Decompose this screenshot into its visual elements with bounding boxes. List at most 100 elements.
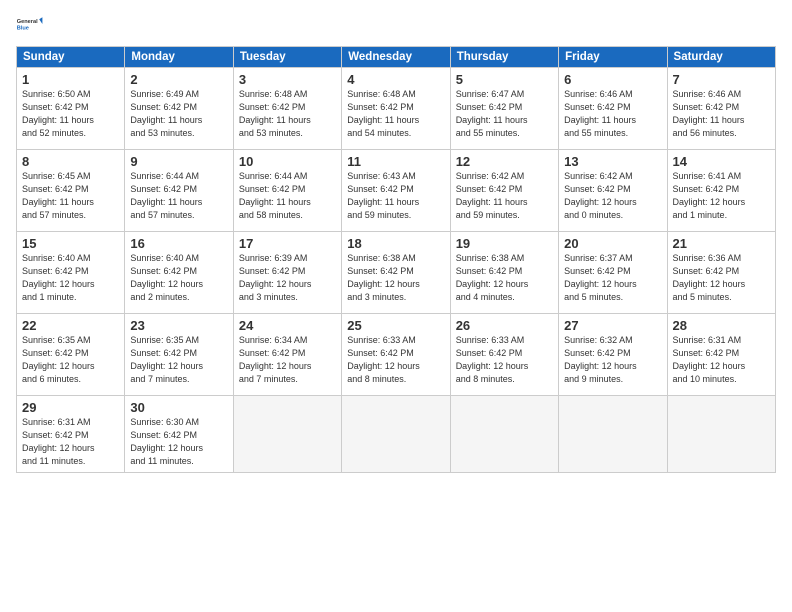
day-info: Sunrise: 6:42 AM Sunset: 6:42 PM Dayligh…: [564, 170, 661, 222]
day-cell: 18Sunrise: 6:38 AM Sunset: 6:42 PM Dayli…: [342, 232, 450, 314]
logo-icon: GeneralBlue: [16, 10, 44, 38]
day-cell: 24Sunrise: 6:34 AM Sunset: 6:42 PM Dayli…: [233, 314, 341, 396]
day-number: 15: [22, 236, 119, 251]
day-number: 10: [239, 154, 336, 169]
day-info: Sunrise: 6:40 AM Sunset: 6:42 PM Dayligh…: [130, 252, 227, 304]
day-info: Sunrise: 6:46 AM Sunset: 6:42 PM Dayligh…: [673, 88, 770, 140]
day-info: Sunrise: 6:45 AM Sunset: 6:42 PM Dayligh…: [22, 170, 119, 222]
day-info: Sunrise: 6:35 AM Sunset: 6:42 PM Dayligh…: [130, 334, 227, 386]
weekday-header-wednesday: Wednesday: [342, 47, 450, 68]
page: GeneralBlue SundayMondayTuesdayWednesday…: [0, 0, 792, 612]
day-number: 6: [564, 72, 661, 87]
day-cell: 7Sunrise: 6:46 AM Sunset: 6:42 PM Daylig…: [667, 68, 775, 150]
weekday-header-sunday: Sunday: [17, 47, 125, 68]
day-info: Sunrise: 6:48 AM Sunset: 6:42 PM Dayligh…: [239, 88, 336, 140]
svg-text:Blue: Blue: [17, 26, 29, 32]
day-number: 16: [130, 236, 227, 251]
calendar: SundayMondayTuesdayWednesdayThursdayFrid…: [16, 46, 776, 473]
day-number: 28: [673, 318, 770, 333]
day-info: Sunrise: 6:41 AM Sunset: 6:42 PM Dayligh…: [673, 170, 770, 222]
day-info: Sunrise: 6:43 AM Sunset: 6:42 PM Dayligh…: [347, 170, 444, 222]
day-cell: 30Sunrise: 6:30 AM Sunset: 6:42 PM Dayli…: [125, 396, 233, 473]
day-number: 7: [673, 72, 770, 87]
day-info: Sunrise: 6:30 AM Sunset: 6:42 PM Dayligh…: [130, 416, 227, 468]
day-cell: 19Sunrise: 6:38 AM Sunset: 6:42 PM Dayli…: [450, 232, 558, 314]
day-cell: 26Sunrise: 6:33 AM Sunset: 6:42 PM Dayli…: [450, 314, 558, 396]
day-number: 20: [564, 236, 661, 251]
day-number: 26: [456, 318, 553, 333]
svg-text:General: General: [17, 19, 38, 25]
day-cell: [450, 396, 558, 473]
day-cell: [559, 396, 667, 473]
day-cell: 28Sunrise: 6:31 AM Sunset: 6:42 PM Dayli…: [667, 314, 775, 396]
day-number: 22: [22, 318, 119, 333]
day-info: Sunrise: 6:31 AM Sunset: 6:42 PM Dayligh…: [22, 416, 119, 468]
weekday-header-friday: Friday: [559, 47, 667, 68]
day-number: 21: [673, 236, 770, 251]
day-cell: 17Sunrise: 6:39 AM Sunset: 6:42 PM Dayli…: [233, 232, 341, 314]
day-number: 13: [564, 154, 661, 169]
weekday-header-monday: Monday: [125, 47, 233, 68]
day-info: Sunrise: 6:32 AM Sunset: 6:42 PM Dayligh…: [564, 334, 661, 386]
day-info: Sunrise: 6:35 AM Sunset: 6:42 PM Dayligh…: [22, 334, 119, 386]
day-cell: 16Sunrise: 6:40 AM Sunset: 6:42 PM Dayli…: [125, 232, 233, 314]
logo: GeneralBlue: [16, 10, 44, 38]
day-cell: 1Sunrise: 6:50 AM Sunset: 6:42 PM Daylig…: [17, 68, 125, 150]
week-row-1: 1Sunrise: 6:50 AM Sunset: 6:42 PM Daylig…: [17, 68, 776, 150]
day-info: Sunrise: 6:37 AM Sunset: 6:42 PM Dayligh…: [564, 252, 661, 304]
day-number: 30: [130, 400, 227, 415]
day-number: 27: [564, 318, 661, 333]
day-info: Sunrise: 6:38 AM Sunset: 6:42 PM Dayligh…: [456, 252, 553, 304]
day-cell: 10Sunrise: 6:44 AM Sunset: 6:42 PM Dayli…: [233, 150, 341, 232]
day-cell: 29Sunrise: 6:31 AM Sunset: 6:42 PM Dayli…: [17, 396, 125, 473]
day-cell: 8Sunrise: 6:45 AM Sunset: 6:42 PM Daylig…: [17, 150, 125, 232]
day-cell: 27Sunrise: 6:32 AM Sunset: 6:42 PM Dayli…: [559, 314, 667, 396]
day-number: 9: [130, 154, 227, 169]
day-cell: 13Sunrise: 6:42 AM Sunset: 6:42 PM Dayli…: [559, 150, 667, 232]
day-number: 14: [673, 154, 770, 169]
weekday-header-tuesday: Tuesday: [233, 47, 341, 68]
day-cell: 2Sunrise: 6:49 AM Sunset: 6:42 PM Daylig…: [125, 68, 233, 150]
day-cell: 20Sunrise: 6:37 AM Sunset: 6:42 PM Dayli…: [559, 232, 667, 314]
day-info: Sunrise: 6:42 AM Sunset: 6:42 PM Dayligh…: [456, 170, 553, 222]
day-cell: 22Sunrise: 6:35 AM Sunset: 6:42 PM Dayli…: [17, 314, 125, 396]
day-number: 12: [456, 154, 553, 169]
day-cell: 21Sunrise: 6:36 AM Sunset: 6:42 PM Dayli…: [667, 232, 775, 314]
day-info: Sunrise: 6:40 AM Sunset: 6:42 PM Dayligh…: [22, 252, 119, 304]
day-number: 17: [239, 236, 336, 251]
day-number: 24: [239, 318, 336, 333]
day-info: Sunrise: 6:44 AM Sunset: 6:42 PM Dayligh…: [130, 170, 227, 222]
day-info: Sunrise: 6:33 AM Sunset: 6:42 PM Dayligh…: [456, 334, 553, 386]
day-cell: 25Sunrise: 6:33 AM Sunset: 6:42 PM Dayli…: [342, 314, 450, 396]
week-row-5: 29Sunrise: 6:31 AM Sunset: 6:42 PM Dayli…: [17, 396, 776, 473]
week-row-4: 22Sunrise: 6:35 AM Sunset: 6:42 PM Dayli…: [17, 314, 776, 396]
day-info: Sunrise: 6:31 AM Sunset: 6:42 PM Dayligh…: [673, 334, 770, 386]
day-info: Sunrise: 6:47 AM Sunset: 6:42 PM Dayligh…: [456, 88, 553, 140]
day-cell: [233, 396, 341, 473]
day-number: 23: [130, 318, 227, 333]
day-number: 25: [347, 318, 444, 333]
day-cell: 9Sunrise: 6:44 AM Sunset: 6:42 PM Daylig…: [125, 150, 233, 232]
day-number: 11: [347, 154, 444, 169]
day-info: Sunrise: 6:44 AM Sunset: 6:42 PM Dayligh…: [239, 170, 336, 222]
day-number: 1: [22, 72, 119, 87]
day-cell: 15Sunrise: 6:40 AM Sunset: 6:42 PM Dayli…: [17, 232, 125, 314]
day-cell: [667, 396, 775, 473]
day-info: Sunrise: 6:50 AM Sunset: 6:42 PM Dayligh…: [22, 88, 119, 140]
day-info: Sunrise: 6:46 AM Sunset: 6:42 PM Dayligh…: [564, 88, 661, 140]
day-info: Sunrise: 6:34 AM Sunset: 6:42 PM Dayligh…: [239, 334, 336, 386]
day-cell: 11Sunrise: 6:43 AM Sunset: 6:42 PM Dayli…: [342, 150, 450, 232]
day-number: 18: [347, 236, 444, 251]
day-cell: 3Sunrise: 6:48 AM Sunset: 6:42 PM Daylig…: [233, 68, 341, 150]
day-number: 8: [22, 154, 119, 169]
day-number: 29: [22, 400, 119, 415]
day-info: Sunrise: 6:48 AM Sunset: 6:42 PM Dayligh…: [347, 88, 444, 140]
day-info: Sunrise: 6:39 AM Sunset: 6:42 PM Dayligh…: [239, 252, 336, 304]
day-number: 19: [456, 236, 553, 251]
day-cell: 5Sunrise: 6:47 AM Sunset: 6:42 PM Daylig…: [450, 68, 558, 150]
header: GeneralBlue: [16, 10, 776, 38]
day-cell: 14Sunrise: 6:41 AM Sunset: 6:42 PM Dayli…: [667, 150, 775, 232]
day-number: 5: [456, 72, 553, 87]
day-cell: 12Sunrise: 6:42 AM Sunset: 6:42 PM Dayli…: [450, 150, 558, 232]
day-info: Sunrise: 6:36 AM Sunset: 6:42 PM Dayligh…: [673, 252, 770, 304]
